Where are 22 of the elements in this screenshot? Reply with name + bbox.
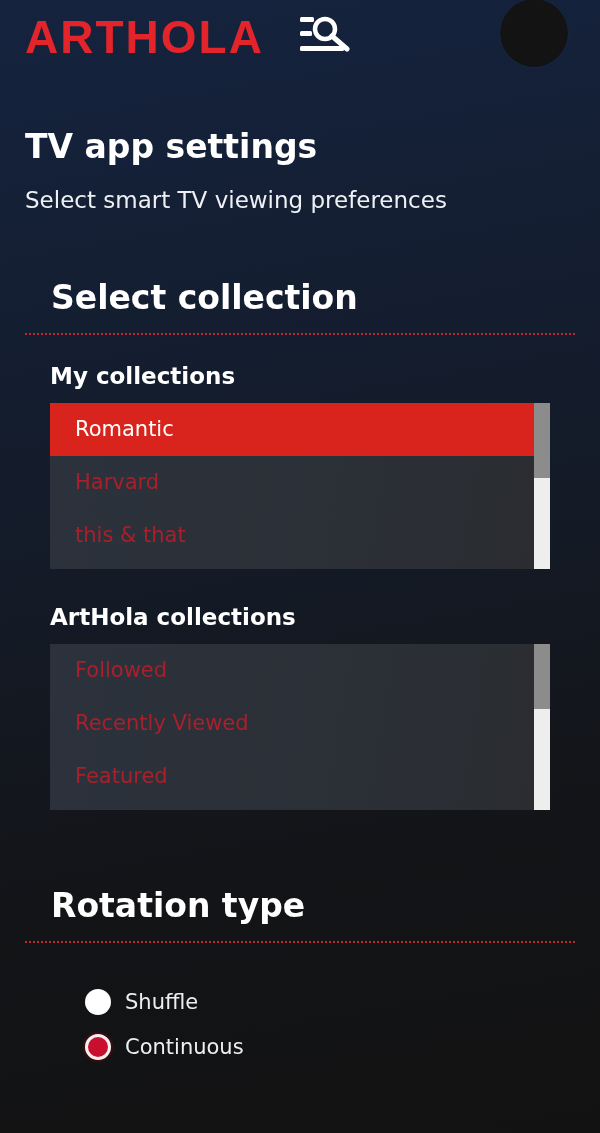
list-item[interactable]: this & that	[50, 509, 534, 562]
radio-label[interactable]: Shuffle	[125, 989, 199, 1015]
list-item[interactable]: Harvard	[50, 456, 534, 509]
radio-label[interactable]: Continuous	[125, 1034, 244, 1060]
list-item[interactable]: Romantic	[50, 403, 534, 456]
list-item[interactable]: Featured	[50, 750, 534, 803]
search-menu-icon[interactable]	[300, 15, 350, 53]
scrollbar-thumb[interactable]	[534, 403, 550, 478]
list-item[interactable]: Followed	[50, 644, 534, 697]
list-label: ArtHola collections	[50, 603, 297, 632]
scrollbar-track[interactable]	[534, 403, 550, 569]
section-heading: Rotation type	[50, 886, 307, 926]
scrollbar-thumb[interactable]	[534, 644, 550, 709]
page-subtitle: Select smart TV viewing preferences	[25, 186, 448, 215]
logo[interactable]: ARTHOLA	[25, 12, 264, 62]
section-heading: Select collection	[50, 278, 359, 318]
list-label: My collections	[50, 362, 237, 391]
radio-button[interactable]	[85, 989, 111, 1015]
list-item[interactable]: Recently Viewed	[50, 697, 534, 750]
page-title: TV app settings	[25, 127, 319, 167]
radio-button[interactable]	[85, 1034, 111, 1060]
scrollbar-track[interactable]	[534, 644, 550, 810]
